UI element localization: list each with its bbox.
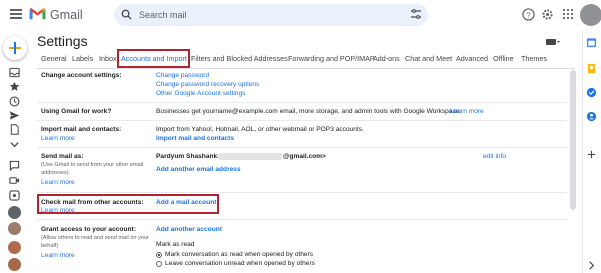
search-icon[interactable]: [121, 9, 132, 20]
grant-access-label: Grant access to your account:: [41, 226, 136, 233]
tab-forwarding-and-pop-imap[interactable]: Forwarding and POP/IMAP: [288, 54, 375, 63]
redacted-email: [218, 153, 282, 160]
section-divider: [37, 219, 567, 220]
sent-icon[interactable]: [9, 110, 20, 121]
chat-icon[interactable]: [9, 160, 20, 171]
mark-read-option-label[interactable]: Mark conversation as read when opened by…: [165, 251, 313, 258]
help-icon[interactable]: ?: [522, 8, 535, 21]
send-as-label: Send mail as:: [41, 153, 84, 160]
send-as-learn-more-link[interactable]: Learn more: [41, 179, 75, 186]
leave-unread-option-label[interactable]: Leave conversation unread when opened by…: [165, 260, 315, 267]
import-learn-more-link[interactable]: Learn more: [41, 135, 75, 142]
search-input[interactable]: Search mail: [139, 10, 187, 20]
main-menu-icon[interactable]: [10, 9, 22, 19]
check-mail-highlight: [37, 194, 219, 214]
user-avatar[interactable]: [8, 241, 21, 254]
section-divider: [37, 102, 567, 103]
tab-filters-and-blocked-addresses[interactable]: Filters and Blocked Addresses: [191, 54, 288, 63]
tab-divider: [37, 68, 575, 69]
add-another-email-link[interactable]: Add another email address: [156, 166, 241, 173]
more-labels-icon[interactable]: [9, 139, 20, 150]
grant-access-desc-line1: (Allow others to read and send mail on y…: [41, 235, 149, 241]
tab-general[interactable]: General: [41, 54, 67, 63]
user-avatar-2[interactable]: [8, 258, 21, 271]
work-learn-more-link[interactable]: Learn more: [450, 108, 484, 115]
section-divider: [37, 192, 567, 193]
work-description: Businesses get yourname@example.com emai…: [156, 108, 462, 115]
calendar-icon[interactable]: [586, 37, 597, 48]
change-account-label: Change account settings:: [41, 72, 122, 79]
input-tools-icon[interactable]: [546, 39, 560, 45]
add-on-plus-icon[interactable]: [586, 149, 597, 160]
tab-advanced[interactable]: Advanced: [456, 54, 488, 63]
tab-offline[interactable]: Offline: [493, 54, 514, 63]
tab-inbox[interactable]: Inbox: [99, 54, 117, 63]
workspace-avatar-1[interactable]: [8, 206, 21, 219]
search-options-icon[interactable]: [410, 8, 422, 20]
work-label: Using Gmail for work?: [41, 108, 112, 115]
import-mail-contacts-link[interactable]: Import mail and contacts: [156, 135, 234, 142]
keep-icon[interactable]: [586, 63, 597, 74]
other-account-settings-link[interactable]: Other Google Account settings: [156, 90, 245, 97]
send-as-name: Pardyum Shashanks: [156, 153, 221, 160]
grant-access-learn-more-link[interactable]: Learn more: [41, 252, 75, 259]
tasks-icon[interactable]: [586, 87, 597, 98]
leave-unread-radio[interactable]: [156, 261, 162, 267]
tab-chat-and-meet[interactable]: Chat and Meet: [405, 54, 452, 63]
mark-as-read-heading: Mark as read: [156, 241, 195, 248]
scrollbar[interactable]: [570, 70, 576, 210]
edit-info-link[interactable]: edit info: [483, 153, 506, 160]
send-as-desc-line1: (Use Gmail to send from your other email: [41, 162, 144, 168]
gear-icon[interactable]: [541, 8, 554, 21]
import-label: Import mail and contacts:: [41, 126, 122, 133]
gmail-logo-icon[interactable]: [29, 7, 46, 20]
add-another-account-link[interactable]: Add another account: [156, 226, 222, 233]
section-divider: [37, 120, 567, 121]
drafts-icon[interactable]: [9, 124, 20, 135]
meet-icon[interactable]: [9, 175, 20, 186]
send-as-email: @gmail.com>: [283, 153, 326, 160]
page-title: Settings: [37, 33, 88, 49]
tab-add-ons[interactable]: Add-ons: [373, 54, 400, 63]
app-name[interactable]: Gmail: [50, 8, 83, 22]
tab-labels[interactable]: Labels: [72, 54, 93, 63]
mark-read-radio[interactable]: [156, 252, 162, 258]
workspace-avatar-2[interactable]: [8, 222, 21, 235]
change-password-link[interactable]: Change password: [156, 72, 209, 79]
change-recovery-link[interactable]: Change password recovery options: [156, 81, 259, 88]
starred-icon[interactable]: [9, 81, 20, 92]
rooms-icon[interactable]: [9, 190, 20, 201]
section-divider: [37, 147, 567, 148]
compose-button[interactable]: [3, 36, 27, 60]
contacts-icon[interactable]: [586, 111, 597, 122]
send-as-desc-line2: addresses): [41, 170, 69, 176]
grant-access-desc-line2: behalf): [41, 243, 59, 249]
account-avatar[interactable]: [580, 4, 601, 26]
snoozed-icon[interactable]: [9, 96, 20, 107]
tab-themes[interactable]: Themes: [521, 54, 547, 63]
import-description: Import from Yahoo!, Hotmail, AOL, or oth…: [156, 126, 364, 133]
top-bar: Gmail Search mail ?: [0, 0, 601, 30]
hide-side-panel-icon[interactable]: [586, 260, 597, 271]
active-tab-highlight: [117, 49, 190, 68]
svg-text:?: ?: [526, 10, 530, 19]
inbox-icon[interactable]: [9, 67, 20, 78]
google-apps-icon[interactable]: [562, 8, 574, 20]
